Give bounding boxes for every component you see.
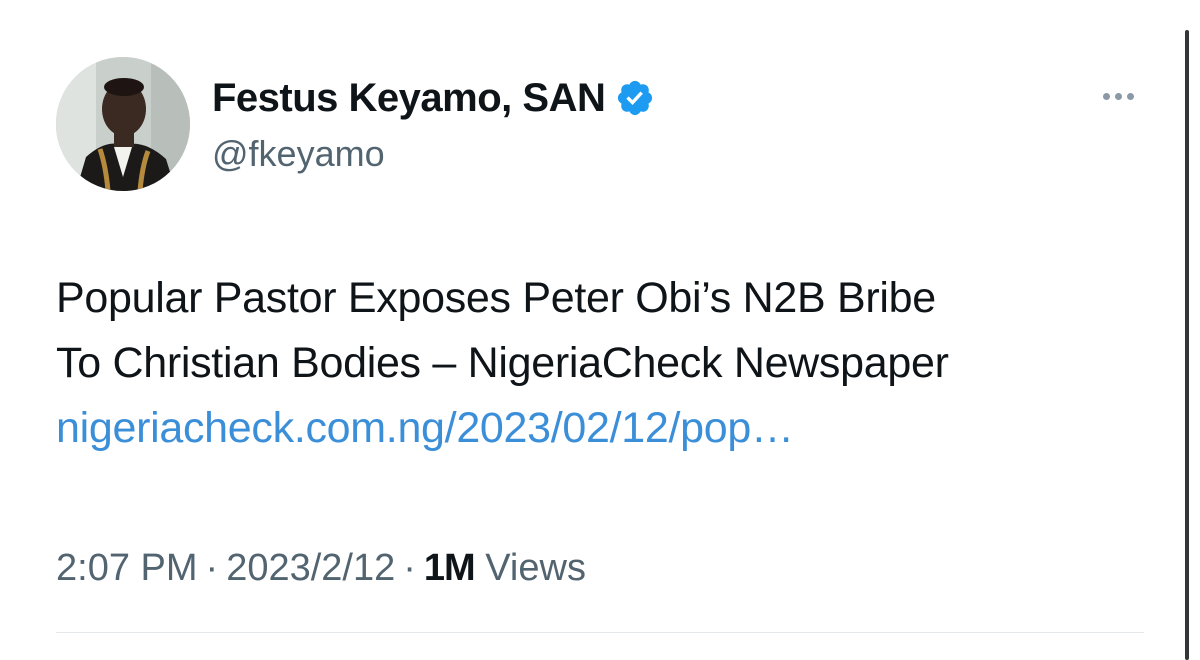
more-horizontal-icon bbox=[1102, 92, 1110, 100]
meta-separator: · bbox=[205, 547, 219, 589]
avatar-photo-icon bbox=[56, 57, 190, 191]
divider bbox=[56, 632, 1144, 633]
more-options-button[interactable] bbox=[1092, 80, 1144, 112]
tweet-text-line: Popular Pastor Exposes Peter Obi’s N2B B… bbox=[56, 274, 936, 322]
tweet-card: Festus Keyamo, SAN @fkeyamo Popular Past… bbox=[0, 0, 1200, 660]
views-count: 1M bbox=[423, 547, 476, 589]
tweet-link[interactable]: nigeriacheck.com.ng/2023/02/12/pop… bbox=[56, 404, 794, 452]
tweet-text: Popular Pastor Exposes Peter Obi’s N2B B… bbox=[56, 266, 1156, 461]
scrollbar[interactable] bbox=[1185, 30, 1189, 660]
author-handle[interactable]: @fkeyamo bbox=[212, 130, 385, 178]
tweet-meta: 2:07 PM · 2023/2/12 · 1M Views bbox=[56, 540, 586, 596]
avatar[interactable] bbox=[56, 57, 190, 191]
more-horizontal-icon bbox=[1126, 92, 1134, 100]
tweet-date[interactable]: 2023/2/12 bbox=[226, 547, 395, 589]
tweet-time[interactable]: 2:07 PM bbox=[56, 547, 198, 589]
meta-separator: · bbox=[403, 547, 416, 589]
tweet-text-line: To Christian Bodies – NigeriaCheck Newsp… bbox=[56, 339, 949, 387]
author-display-name[interactable]: Festus Keyamo, SAN bbox=[212, 70, 606, 126]
verified-badge-icon bbox=[618, 80, 653, 116]
views-label: Views bbox=[485, 547, 586, 589]
more-horizontal-icon bbox=[1114, 92, 1122, 100]
author-header: Festus Keyamo, SAN bbox=[212, 70, 655, 126]
